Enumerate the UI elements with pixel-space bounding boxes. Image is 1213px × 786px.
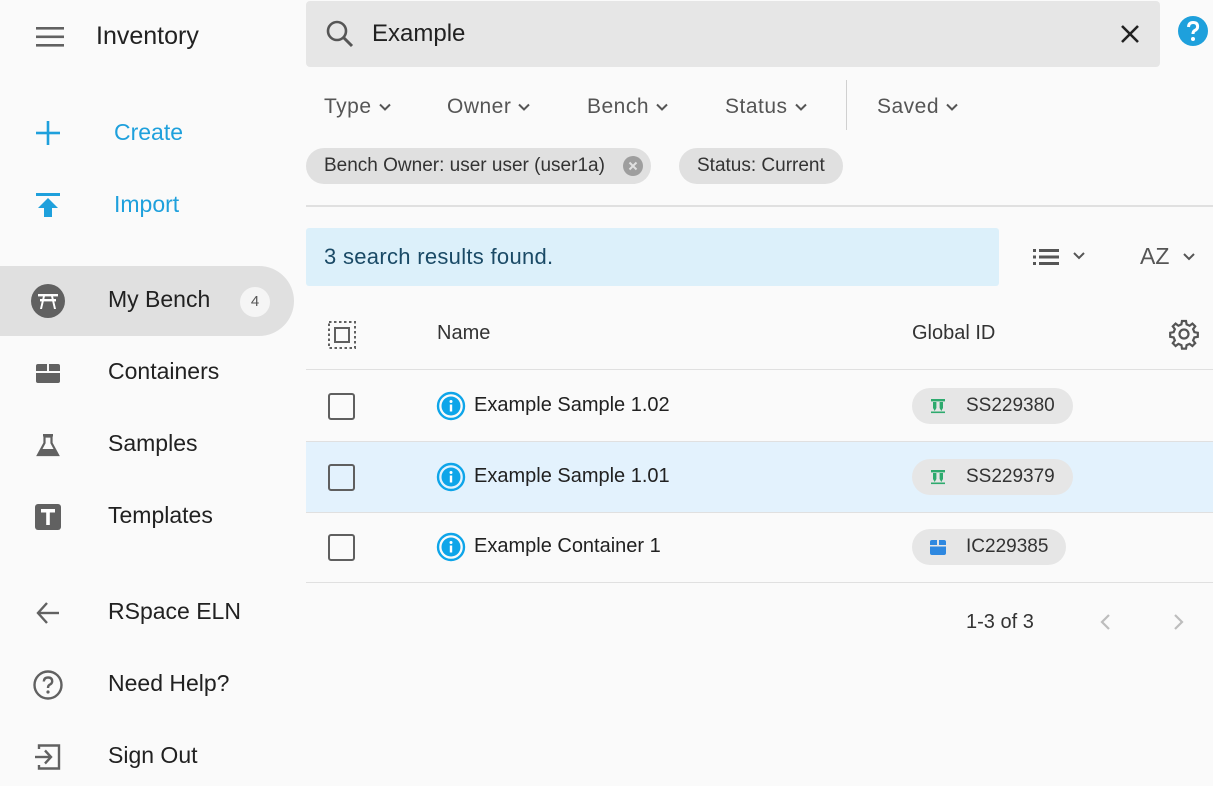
sidebar-item-sign-out[interactable]: Sign Out	[0, 722, 300, 786]
close-icon[interactable]	[1114, 18, 1146, 50]
upload-icon	[36, 193, 60, 217]
sidebar-item-samples[interactable]: Samples	[0, 410, 300, 480]
chevron-left-icon[interactable]	[1092, 608, 1120, 636]
row-checkbox[interactable]	[328, 534, 355, 561]
chevron-down-icon	[378, 103, 391, 111]
chevron-down-icon	[518, 103, 531, 111]
sidebar: Inventory Create Import My Bench 4 Conta…	[0, 0, 300, 786]
chevron-down-icon	[656, 103, 668, 111]
divider	[306, 205, 1213, 207]
filter-type[interactable]: Type	[324, 92, 394, 122]
column-header-name[interactable]: Name	[437, 322, 490, 345]
create-label: Create	[114, 119, 184, 145]
chevron-down-icon	[1183, 253, 1195, 261]
global-id-text: IC229385	[966, 536, 1049, 557]
help-icon[interactable]	[1176, 14, 1210, 48]
view-mode-button[interactable]	[1030, 240, 1090, 274]
filter-owner[interactable]: Owner	[447, 92, 533, 122]
info-icon[interactable]	[436, 532, 466, 562]
chevron-right-icon[interactable]	[1164, 608, 1192, 636]
sidebar-item-label: Containers	[108, 358, 220, 384]
menu-button[interactable]	[30, 22, 70, 52]
create-button[interactable]: Create	[0, 105, 300, 161]
arrow-left-icon	[36, 602, 59, 624]
results-count-text: 3 search results found.	[324, 244, 554, 269]
filter-status[interactable]: Status	[725, 92, 810, 122]
filter-bench[interactable]: Bench	[587, 92, 671, 122]
sidebar-item-label: Templates	[108, 502, 213, 528]
filter-label: Status	[725, 95, 788, 118]
remove-chip-icon[interactable]	[622, 156, 643, 176]
sidebar-item-rspace-eln[interactable]: RSpace ELN	[0, 578, 300, 648]
sort-label: AZ	[1140, 243, 1170, 269]
filter-label: Type	[324, 95, 372, 118]
table-row[interactable]: Example Container 1 IC229385	[306, 512, 1213, 583]
row-name[interactable]: Example Sample 1.02	[474, 394, 670, 417]
app-title: Inventory	[96, 22, 199, 50]
plus-icon	[36, 121, 60, 145]
flask-icon	[36, 434, 60, 457]
hamburger-icon	[36, 27, 64, 47]
pagination-range: 1-3 of 3	[966, 611, 1034, 633]
filter-chip-status[interactable]: Status: Current	[679, 148, 843, 184]
list-view-icon	[1033, 249, 1085, 265]
template-icon	[35, 504, 61, 530]
table-row[interactable]: Example Sample 1.02 SS229380	[306, 371, 1213, 442]
import-label: Import	[114, 191, 180, 217]
filter-label: Saved	[877, 95, 940, 118]
app-header: Inventory	[0, 0, 300, 72]
sample-icon	[931, 470, 945, 485]
filter-label: Owner	[447, 95, 512, 118]
container-icon	[930, 540, 946, 555]
pagination: 1-3 of 3	[306, 600, 1213, 644]
gear-icon[interactable]	[1167, 317, 1201, 351]
filter-chip-bench-owner[interactable]: Bench Owner: user user (user1a)	[306, 148, 651, 184]
select-all-icon[interactable]	[326, 319, 358, 351]
sidebar-item-label: Samples	[108, 430, 198, 456]
chip-label: Bench Owner: user user (user1a)	[324, 155, 605, 176]
info-icon[interactable]	[436, 391, 466, 421]
sample-icon	[931, 399, 945, 414]
row-name[interactable]: Example Sample 1.01	[474, 465, 670, 488]
sidebar-item-need-help[interactable]: Need Help?	[0, 650, 300, 720]
sidebar-item-label: RSpace ELN	[108, 598, 241, 624]
global-id-text: SS229379	[966, 466, 1055, 487]
bench-icon	[31, 284, 65, 318]
filter-label: Bench	[587, 95, 650, 118]
search-bar	[306, 1, 1160, 67]
info-icon[interactable]	[436, 462, 466, 492]
filter-divider	[846, 80, 847, 130]
global-id-chip[interactable]: SS229379	[912, 459, 1073, 495]
chevron-down-icon	[794, 103, 807, 111]
global-id-chip[interactable]: SS229380	[912, 388, 1073, 424]
filter-saved[interactable]: Saved	[877, 92, 961, 122]
sidebar-item-label: My Bench	[108, 286, 211, 312]
sidebar-item-label: Sign Out	[108, 742, 198, 768]
sign-out-icon	[35, 744, 61, 770]
global-id-text: SS229380	[966, 395, 1055, 416]
sort-button[interactable]: AZ	[1138, 240, 1206, 274]
search-input[interactable]	[372, 13, 1092, 55]
chip-label: Status: Current	[697, 155, 825, 176]
results-banner: 3 search results found.	[306, 228, 999, 286]
sidebar-item-label: Need Help?	[108, 670, 230, 696]
search-icon	[326, 20, 354, 48]
row-checkbox[interactable]	[328, 464, 355, 491]
global-id-chip[interactable]: IC229385	[912, 529, 1067, 565]
sidebar-item-templates[interactable]: Templates	[0, 482, 300, 552]
column-header-global-id[interactable]: Global ID	[912, 322, 995, 345]
import-button[interactable]: Import	[0, 177, 300, 233]
row-checkbox[interactable]	[328, 393, 355, 420]
chevron-down-icon	[946, 103, 958, 111]
table-header: Name Global ID	[306, 300, 1213, 370]
sidebar-item-containers[interactable]: Containers	[0, 338, 300, 408]
count-badge: 4	[240, 287, 270, 317]
sidebar-item-my-bench[interactable]: My Bench 4	[0, 266, 294, 336]
container-icon	[36, 364, 60, 383]
help-circle-icon	[33, 670, 63, 700]
row-name[interactable]: Example Container 1	[474, 535, 661, 558]
table-row[interactable]: Example Sample 1.01 SS229379	[306, 442, 1213, 513]
filter-bar: Type Owner Bench Status Saved	[306, 80, 1006, 132]
